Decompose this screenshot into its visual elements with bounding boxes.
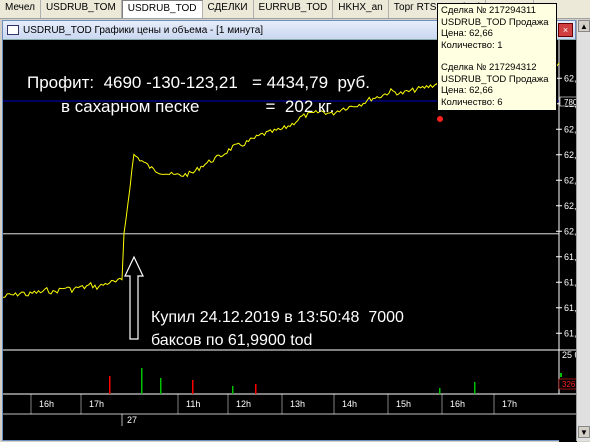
- buy-annotation-line1: Купил 24.12.2019 в 13:50:48 7000: [151, 309, 404, 326]
- time-label: 17h: [502, 399, 517, 409]
- tab-3[interactable]: СДЕЛКИ: [203, 0, 254, 18]
- deal2-line: USDRUB_TOD Продажа: [441, 73, 549, 85]
- deal-tooltip: Сделка № 217294311 USDRUB_TOD Продажа Це…: [437, 3, 557, 111]
- volume-bar: [232, 386, 234, 394]
- time-label: 12h: [236, 399, 251, 409]
- profit-annotation: Профит: 4690 -130-123,21 = 4434,79 руб.: [27, 73, 370, 92]
- volume-bottom-label: 326: [562, 380, 576, 389]
- scroll-up-icon[interactable]: ▲: [578, 20, 590, 32]
- tab-0[interactable]: Мечел: [0, 0, 41, 18]
- tab-2[interactable]: USDRUB_TOD: [121, 0, 203, 18]
- tab-4[interactable]: EURRUB_TOD: [254, 0, 334, 18]
- buy-arrow: [124, 255, 144, 340]
- sugar-annotation: в сахарном песке = 202 кг.: [61, 97, 335, 116]
- deal2-qty: Количество: 6: [441, 96, 503, 108]
- time-label: 13h: [290, 399, 305, 409]
- chart-window-icon: [7, 25, 19, 35]
- close-icon[interactable]: ×: [558, 23, 573, 37]
- time-label: 16h: [39, 399, 54, 409]
- time-label: 14h: [342, 399, 357, 409]
- volume-bar: [141, 368, 143, 394]
- vertical-scrollbar[interactable]: ▲ ▼: [576, 20, 590, 441]
- volume-bar: [192, 380, 194, 394]
- deal2-price: Цена: 62,66: [441, 85, 493, 96]
- time-label: 11h: [186, 399, 200, 409]
- day-label: 27: [127, 415, 137, 425]
- scroll-down-icon[interactable]: ▼: [578, 426, 590, 438]
- volume-bar: [109, 376, 111, 394]
- volume-axis-bar: [560, 373, 562, 377]
- volume-bar: [474, 382, 476, 394]
- deal2-title: Сделка № 217294312: [441, 62, 537, 73]
- deal1-price: Цена: 62,66: [441, 28, 493, 39]
- time-label: 15h: [396, 399, 411, 409]
- tab-5[interactable]: HKHX_an: [333, 0, 389, 18]
- window-title: USDRUB_TOD Графики цены и объема - [1 ми…: [23, 24, 264, 36]
- volume-bar: [439, 388, 441, 394]
- tab-1[interactable]: USDRUB_TOM: [41, 0, 122, 18]
- deal1-title: Сделка № 217294311: [441, 5, 536, 16]
- time-label: 17h: [89, 399, 104, 409]
- volume-top-label: 25 0: [562, 350, 577, 360]
- volume-bar: [255, 384, 257, 394]
- deal-marker: [437, 116, 443, 122]
- deal1-line: USDRUB_TOD Продажа: [441, 16, 549, 28]
- deal1-qty: Количество: 1: [441, 39, 503, 51]
- volume-bar: [160, 378, 162, 394]
- time-label: 16h: [450, 399, 465, 409]
- buy-annotation-line2: баксов по 61,9900 tod: [151, 332, 313, 349]
